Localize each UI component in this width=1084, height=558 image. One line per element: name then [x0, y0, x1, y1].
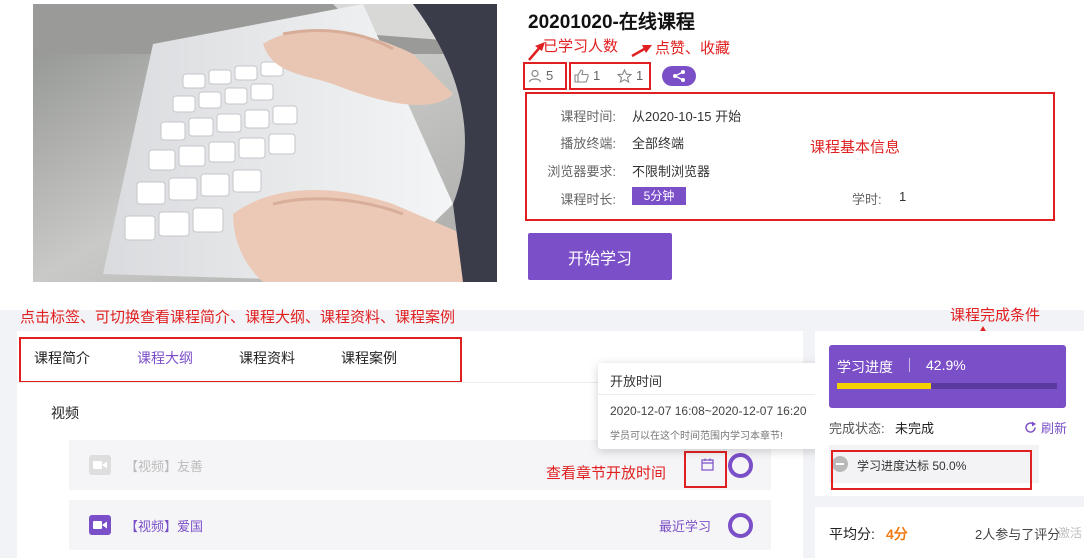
info-time-label: 课程时间: [560, 109, 616, 124]
course-cover-image [33, 4, 497, 282]
info-terminal-label: 播放终端: [560, 136, 616, 151]
learners-annotation: 已学习人数 [543, 38, 619, 55]
progress-label: 学习进度 [837, 359, 893, 375]
share-button[interactable] [662, 66, 696, 86]
info-duration-label: 课程时长: [560, 192, 616, 207]
popup-description: 学员可以在这个时间范围内学习本章节! [610, 431, 783, 442]
thumbs-up-icon [574, 68, 589, 83]
like-button[interactable]: 1 [574, 68, 600, 83]
popup-time-range: 2020-12-07 16:08~2020-12-07 16:20 [610, 404, 807, 418]
progress-card: 学习进度 42.9% [829, 345, 1066, 408]
user-icon [528, 69, 542, 82]
progress-percent: 42.9% [926, 357, 966, 373]
refresh-label: 刷新 [1041, 421, 1068, 436]
course-title: 20201020-在线课程 [528, 12, 695, 33]
arrow-annotation-icon [631, 45, 652, 58]
calendar-icon[interactable] [701, 458, 714, 471]
tabs-annotation: 点击标签、可切换查看课程简介、课程大纲、课程资料、课程案例 [20, 309, 456, 326]
divider [909, 358, 910, 372]
popup-title: 开放时间 [610, 374, 663, 389]
likes-value: 1 [593, 68, 601, 83]
tab-course-outline[interactable]: 课程大纲 [137, 348, 193, 368]
share-icon [673, 70, 685, 82]
info-browser-value: 不限制浏览器 [632, 164, 711, 179]
section-title: 视频 [51, 405, 79, 421]
completion-status-label: 完成状态: [829, 421, 885, 436]
rating-avg-value: 4分 [886, 526, 908, 542]
chapter-progress-ring [728, 513, 753, 538]
favorite-button[interactable]: 1 [617, 68, 643, 83]
chapter-title: 【视频】友善 [125, 459, 204, 474]
annotation-box [831, 450, 1032, 490]
tab-course-intro[interactable]: 课程简介 [34, 348, 90, 368]
chapter-status: 最近学习 [659, 519, 712, 534]
video-icon [89, 515, 111, 535]
basic-info-annotation: 课程基本信息 [810, 139, 901, 156]
refresh-button[interactable]: 刷新 [1024, 418, 1067, 437]
info-terminal-value: 全部终端 [632, 136, 685, 151]
like-fav-annotation: 点赞、收藏 [655, 40, 731, 57]
refresh-icon [1025, 421, 1036, 433]
rating-avg-label: 平均分: [829, 526, 875, 542]
activation-watermark: 激活 [1058, 526, 1083, 540]
star-icon [617, 68, 632, 83]
favorites-value: 1 [636, 68, 644, 83]
completion-annotation: 课程完成条件 [950, 307, 1041, 324]
progress-bar [837, 383, 1057, 389]
info-credit-value: 1 [899, 189, 907, 204]
info-credit-label: 学时: [852, 192, 882, 207]
learners-value: 5 [546, 68, 554, 83]
info-browser-label: 浏览器要求: [547, 164, 616, 179]
tab-course-materials[interactable]: 课程资料 [239, 348, 295, 368]
info-time-value: 从2020-10-15 开始 [632, 109, 742, 124]
progress-bar-fill [837, 383, 932, 389]
chapter-time-annotation: 查看章节开放时间 [546, 465, 667, 482]
chapter-title: 【视频】爱国 [125, 519, 204, 534]
open-time-popup: 开放时间 2020-12-07 16:08~2020-12-07 16:20 学… [598, 363, 832, 449]
divider [598, 394, 832, 395]
video-icon [89, 455, 111, 475]
start-learning-button[interactable]: 开始学习 [528, 233, 672, 280]
chapter-progress-ring [728, 453, 753, 478]
chapter-row[interactable]: 【视频】爱国 最近学习 [69, 500, 771, 550]
tab-course-cases[interactable]: 课程案例 [341, 348, 397, 368]
learners-count: 5 [528, 68, 553, 83]
duration-badge: 5分钟 [632, 187, 686, 205]
completion-status-value: 未完成 [895, 421, 935, 436]
rating-participants: 2人参与了评分 [975, 527, 1061, 542]
